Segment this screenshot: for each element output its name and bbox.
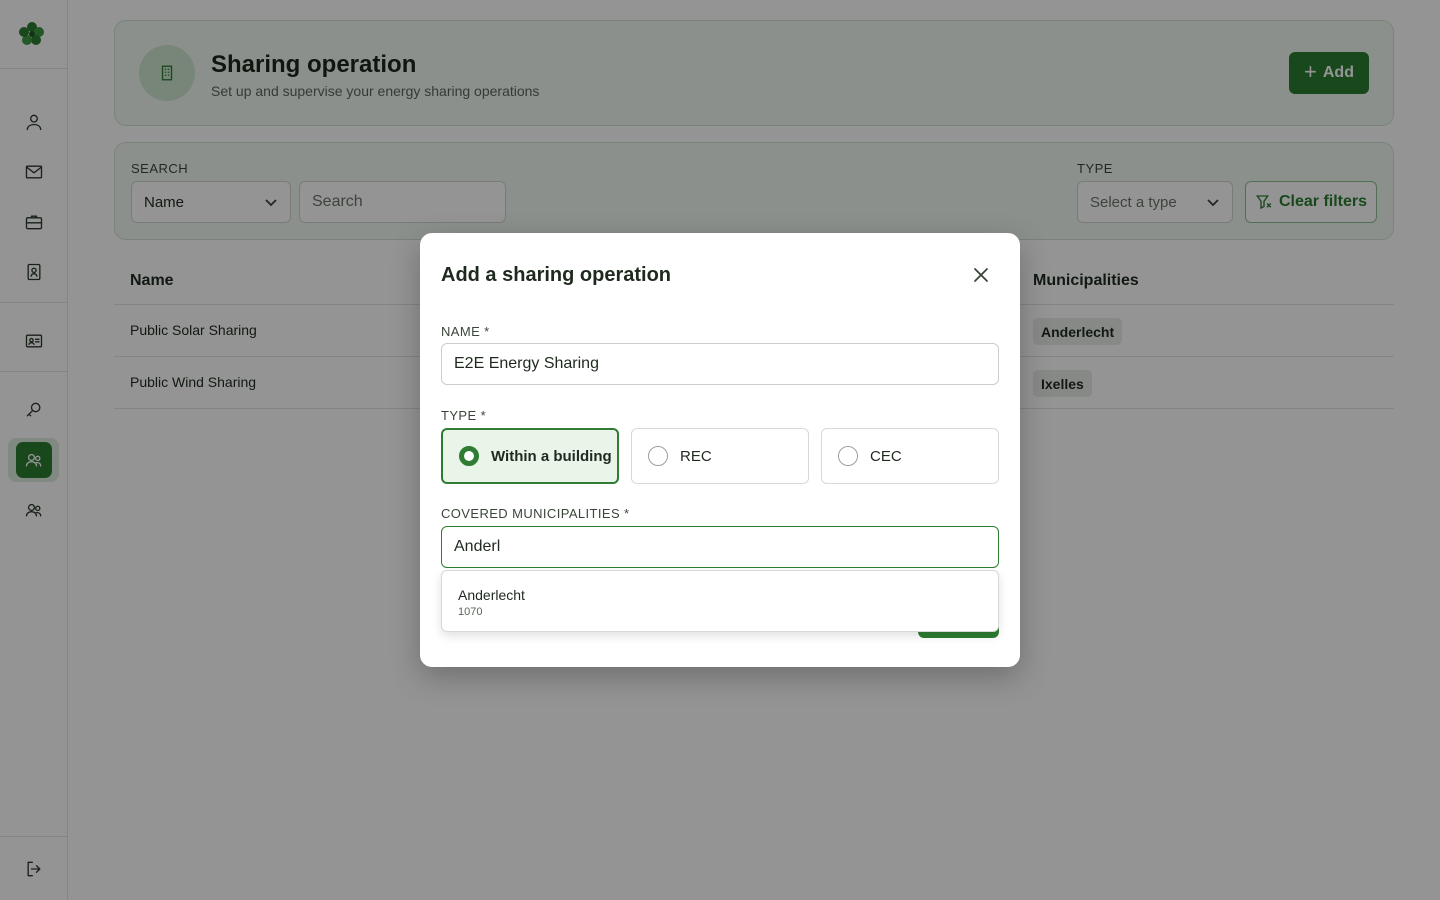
suggestion-name: Anderlecht xyxy=(458,587,525,603)
suggestion-option[interactable]: Anderlecht 1070 xyxy=(442,571,998,631)
municipalities-input[interactable]: Anderl xyxy=(441,526,999,568)
type-option-label: CEC xyxy=(870,447,902,465)
type-option-cec[interactable]: CEC xyxy=(821,428,999,484)
suggestion-postal-code: 1070 xyxy=(458,606,483,618)
type-option-label: REC xyxy=(680,447,712,465)
type-option-rec[interactable]: REC xyxy=(631,428,809,484)
radio-selected-icon xyxy=(459,446,479,466)
type-field-label: TYPE * xyxy=(441,408,487,423)
municipality-suggestions: Anderlecht 1070 xyxy=(441,570,999,632)
radio-unselected-icon xyxy=(648,446,668,466)
close-button[interactable] xyxy=(970,264,992,286)
close-icon xyxy=(974,268,988,282)
radio-unselected-icon xyxy=(838,446,858,466)
dialog-title: Add a sharing operation xyxy=(441,264,672,286)
type-option-within-building[interactable]: Within a building xyxy=(441,428,619,484)
name-input[interactable]: E2E Energy Sharing xyxy=(441,343,999,385)
type-option-label: Within a building xyxy=(491,447,612,465)
add-sharing-operation-dialog: Add a sharing operation NAME * E2E Energ… xyxy=(420,233,1020,667)
name-field-label: NAME * xyxy=(441,324,490,339)
municipalities-field-label: COVERED MUNICIPALITIES * xyxy=(441,506,630,521)
